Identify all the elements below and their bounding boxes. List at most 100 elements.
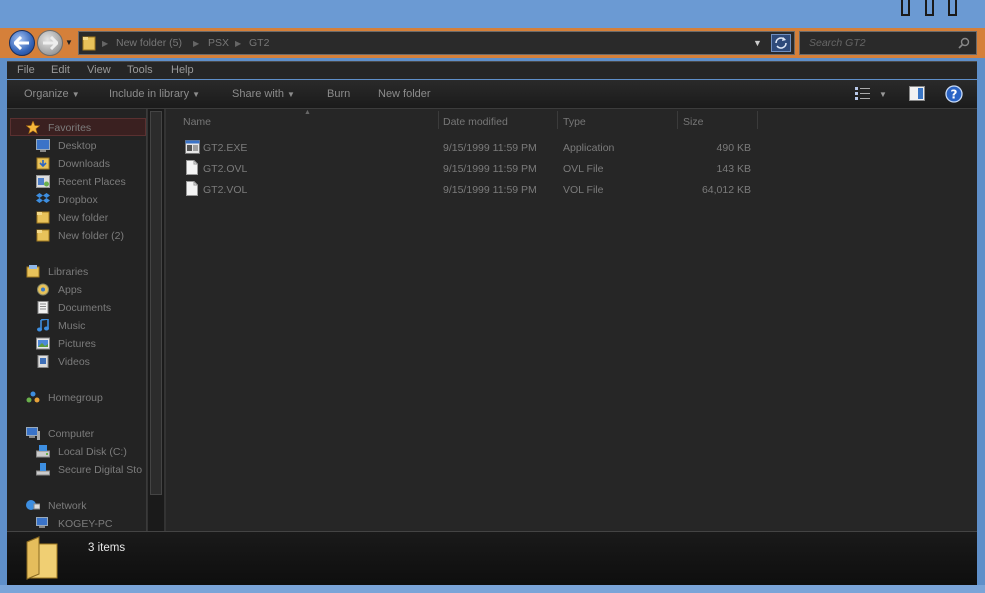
nav-label: Downloads — [58, 158, 110, 170]
refresh-icon[interactable] — [771, 34, 791, 52]
nav-local-disk[interactable]: Local Disk (C:) — [22, 443, 146, 461]
column-header-type[interactable]: Type — [563, 116, 586, 128]
folder-icon — [36, 229, 50, 242]
file-list: ▲ Name Date modified Type Size GT2.EXE 9… — [166, 109, 977, 531]
minimize-button[interactable] — [901, 0, 910, 16]
nav-libraries[interactable]: Libraries — [12, 263, 146, 281]
nav-label: Pictures — [58, 338, 96, 350]
videos-icon — [37, 355, 49, 368]
computer-icon — [36, 517, 48, 528]
nav-secure-digital[interactable]: Secure Digital Sto — [22, 461, 146, 479]
back-button[interactable] — [9, 30, 35, 56]
downloads-folder-icon — [36, 157, 50, 170]
recent-pages-chevron-icon[interactable]: ▼ — [65, 38, 73, 47]
file-icon — [186, 181, 198, 196]
nav-favorites[interactable]: Favorites — [12, 119, 146, 137]
nav-new-folder[interactable]: New folder — [22, 209, 146, 227]
share-with-button[interactable]: Share with ▼ — [232, 88, 295, 100]
nav-label: Local Disk (C:) — [58, 446, 127, 458]
column-divider[interactable] — [557, 111, 558, 129]
column-header-date[interactable]: Date modified — [443, 116, 508, 128]
column-divider[interactable] — [677, 111, 678, 129]
folder-icon — [36, 211, 50, 224]
organize-button[interactable]: Organize ▼ — [24, 88, 80, 100]
nav-new-folder-2[interactable]: New folder (2) — [22, 227, 146, 245]
help-icon[interactable]: ? — [945, 85, 963, 103]
burn-button[interactable]: Burn — [327, 88, 350, 100]
file-name: GT2.OVL — [203, 163, 248, 175]
column-header-size[interactable]: Size — [683, 116, 703, 128]
file-size: 143 KB — [716, 163, 751, 175]
search-icon[interactable] — [958, 37, 970, 49]
view-options-icon[interactable] — [855, 87, 871, 100]
apps-icon — [37, 283, 49, 296]
breadcrumb-item[interactable]: New folder (5) — [116, 37, 182, 49]
file-row[interactable]: GT2.EXE 9/15/1999 11:59 PM Application 4… — [181, 139, 761, 159]
nav-homegroup[interactable]: Homegroup — [12, 389, 146, 407]
preview-pane-icon[interactable] — [909, 86, 925, 101]
folder-icon — [82, 36, 96, 51]
nav-apps[interactable]: Apps — [22, 281, 146, 299]
menu-view[interactable]: View — [87, 64, 111, 76]
menu-help[interactable]: Help — [171, 64, 194, 76]
file-name: GT2.EXE — [203, 142, 248, 154]
menu-file[interactable]: File — [17, 64, 35, 76]
nav-computer[interactable]: Computer — [12, 425, 146, 443]
scrollbar-thumb[interactable] — [150, 111, 162, 495]
organize-label: Organize — [24, 88, 69, 100]
column-divider[interactable] — [438, 111, 439, 129]
nav-network[interactable]: Network — [12, 497, 146, 515]
column-header-name[interactable]: Name — [183, 116, 211, 128]
search-placeholder: Search GT2 — [809, 37, 866, 49]
command-bar: Organize ▼ Include in library ▼ Share wi… — [7, 80, 977, 109]
file-date: 9/15/1999 11:59 PM — [443, 142, 537, 154]
file-row[interactable]: GT2.VOL 9/15/1999 11:59 PM VOL File 64,0… — [181, 181, 761, 201]
menu-tools[interactable]: Tools — [127, 64, 153, 76]
nav-documents[interactable]: Documents — [22, 299, 146, 317]
nav-label: Desktop — [58, 140, 97, 152]
nav-videos[interactable]: Videos — [22, 353, 146, 371]
application-icon — [185, 140, 200, 154]
network-icon — [26, 500, 40, 510]
chevron-down-icon: ▼ — [192, 90, 201, 99]
nav-recent-places[interactable]: Recent Places — [22, 173, 146, 191]
libraries-icon — [26, 265, 40, 278]
nav-dropbox[interactable]: Dropbox — [22, 191, 146, 209]
close-button[interactable] — [948, 0, 957, 16]
search-input[interactable]: Search GT2 — [799, 31, 977, 55]
svg-text:?: ? — [951, 88, 958, 102]
include-in-library-button[interactable]: Include in library ▼ — [109, 88, 200, 100]
chevron-down-icon: ▼ — [287, 90, 295, 99]
nav-desktop[interactable]: Desktop — [22, 137, 146, 155]
nav-label: New folder — [58, 212, 109, 224]
forward-button[interactable] — [37, 30, 63, 56]
menu-edit[interactable]: Edit — [51, 64, 70, 76]
address-dropdown-icon[interactable]: ▼ — [753, 38, 762, 48]
back-arrow-icon — [14, 36, 29, 50]
nav-label: Apps — [58, 284, 82, 296]
file-name: GT2.VOL — [203, 184, 248, 196]
file-date: 9/15/1999 11:59 PM — [443, 163, 537, 175]
nav-label: Network — [48, 500, 87, 512]
maximize-button[interactable] — [925, 0, 934, 16]
file-row[interactable]: GT2.OVL 9/15/1999 11:59 PM OVL File 143 … — [181, 160, 761, 180]
column-divider[interactable] — [757, 111, 758, 129]
forward-arrow-icon — [43, 36, 58, 50]
file-date: 9/15/1999 11:59 PM — [443, 184, 537, 196]
sort-arrow-icon: ▲ — [304, 109, 311, 116]
nav-label: Documents — [58, 302, 112, 314]
nav-pictures[interactable]: Pictures — [22, 335, 146, 353]
breadcrumb-arrow-icon: ▶ — [193, 39, 200, 48]
nav-downloads[interactable]: Downloads — [22, 155, 146, 173]
nav-label: KOGEY-PC — [58, 518, 113, 530]
view-dropdown-icon[interactable]: ▼ — [879, 90, 887, 99]
music-icon — [37, 319, 49, 332]
breadcrumb-item[interactable]: GT2 — [249, 37, 269, 49]
large-folder-icon — [26, 536, 58, 580]
breadcrumb-item[interactable]: PSX — [208, 37, 229, 49]
new-folder-button[interactable]: New folder — [378, 88, 431, 100]
address-bar[interactable]: ▶ New folder (5) ▶ PSX ▶ GT2 ▼ — [78, 31, 795, 55]
nav-music[interactable]: Music — [22, 317, 146, 335]
desktop-icon — [36, 139, 50, 152]
nav-scrollbar[interactable] — [147, 109, 164, 531]
